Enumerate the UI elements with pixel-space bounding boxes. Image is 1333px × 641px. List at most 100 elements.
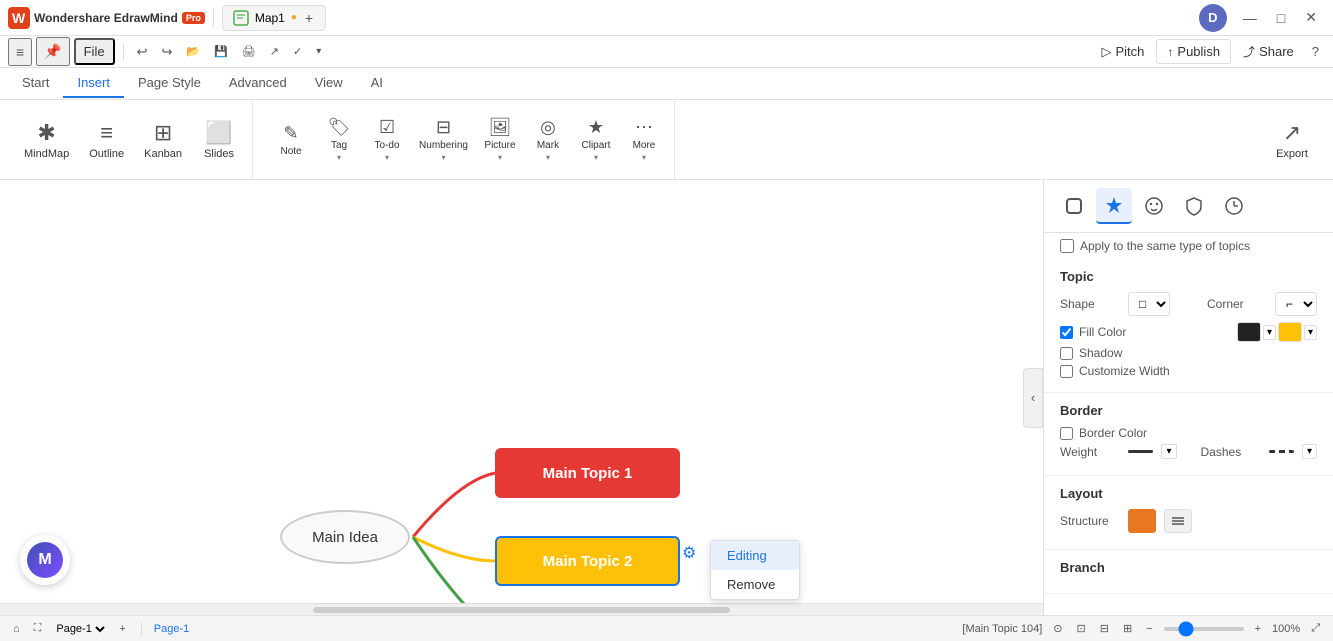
panel-tab-ai[interactable] — [1096, 188, 1132, 224]
share-btn[interactable]: ⤴ Share — [1235, 39, 1302, 64]
pin-btn[interactable]: 📌 — [36, 37, 69, 66]
fullscreen-btn[interactable]: ⛶ — [31, 622, 45, 635]
mark-btn[interactable]: ◎ Mark ▾ — [526, 113, 570, 166]
numbering-btn[interactable]: ⊟ Numbering ▾ — [413, 113, 474, 166]
current-page-label: Page-1 — [154, 623, 189, 635]
outline-btn[interactable]: ≡ Outline — [81, 116, 132, 164]
structure-color-btn[interactable] — [1128, 509, 1156, 533]
statusbar: ⌂ ⛶ Page-1 + Page-1 [Main Topic 104] ⊙ ⊡… — [0, 615, 1333, 641]
todo-btn[interactable]: ☑ To-do ▾ — [365, 113, 409, 166]
hamburger-menu-btn[interactable]: ≡ — [8, 38, 32, 66]
dashes-label: Dashes — [1201, 445, 1261, 459]
home-btn[interactable]: ⌂ — [10, 623, 23, 635]
clipart-icon: ★ — [588, 117, 604, 138]
tab-start[interactable]: Start — [8, 69, 63, 98]
picture-label: Picture — [484, 140, 515, 151]
zoom-in-btn[interactable]: + — [1252, 623, 1264, 635]
border-color-checkbox[interactable] — [1060, 427, 1073, 440]
tab-insert[interactable]: Insert — [63, 69, 124, 98]
branch-section: Branch — [1044, 550, 1333, 594]
more-btn[interactable]: ⋯ More ▾ — [622, 113, 666, 166]
fill-color-black-dropdown[interactable]: ▾ — [1263, 325, 1276, 340]
shadow-checkbox[interactable] — [1060, 347, 1073, 360]
tag-btn[interactable]: 🏷 Tag ▾ — [317, 113, 361, 166]
print-btn[interactable]: 🖨 — [237, 42, 261, 61]
ribbon-group-views: ✱ MindMap ≡ Outline ⊞ Kanban ⬜ Slides — [8, 100, 253, 179]
panel-tab-shield[interactable] — [1176, 188, 1212, 224]
zoom-slider[interactable] — [1164, 627, 1244, 631]
page-select[interactable]: Page-1 — [52, 622, 108, 636]
fill-color-checkbox[interactable] — [1060, 326, 1073, 339]
document-tab[interactable]: Map1 ● + — [222, 5, 326, 31]
border-color-row: Border Color — [1060, 426, 1317, 440]
open-btn[interactable]: 📂 — [181, 42, 205, 61]
note-btn[interactable]: ✎ Note — [269, 119, 313, 161]
fill-color-yellow-dropdown[interactable]: ▾ — [1304, 325, 1317, 340]
share-label: Share — [1259, 44, 1294, 59]
fill-color-yellow-swatch[interactable] — [1278, 322, 1302, 342]
zoom-out-btn[interactable]: − — [1143, 623, 1155, 635]
slides-btn[interactable]: ⬜ Slides — [194, 116, 244, 164]
corner-label: Corner — [1207, 297, 1267, 311]
layout-view-btn[interactable]: ⊟ — [1097, 622, 1112, 635]
picture-btn[interactable]: 🖼 Picture ▾ — [478, 113, 522, 166]
tab-advanced[interactable]: Advanced — [215, 69, 301, 98]
file-menu[interactable]: File — [74, 38, 115, 65]
fullscreen-expand-btn[interactable]: ⤢ — [1308, 622, 1323, 635]
customize-width-label: Customize Width — [1079, 364, 1170, 378]
close-btn[interactable]: ✕ — [1297, 5, 1325, 30]
minimize-btn[interactable]: — — [1235, 5, 1265, 30]
apply-same-checkbox[interactable] — [1060, 239, 1074, 253]
tab-view[interactable]: View — [301, 69, 357, 98]
context-menu-editing[interactable]: Editing — [711, 541, 799, 570]
redo-btn[interactable]: ↪ — [156, 41, 177, 63]
pitch-btn[interactable]: ▷ Pitch — [1094, 40, 1153, 64]
map-tab-icon — [233, 10, 249, 26]
zoom-fit-btn[interactable]: ⊡ — [1074, 622, 1089, 635]
maximize-btn[interactable]: □ — [1269, 5, 1293, 30]
topic-2-node[interactable]: Main Topic 2 — [495, 536, 680, 586]
tab-pagestyle[interactable]: Page Style — [124, 69, 215, 98]
structure-list-btn[interactable] — [1164, 509, 1192, 533]
mindmap-btn[interactable]: ✱ MindMap — [16, 116, 77, 164]
help-btn[interactable]: ? — [1306, 40, 1325, 63]
sidebar-toggle-btn[interactable]: ‹ — [1023, 368, 1043, 428]
corner-select[interactable]: ⌐ — [1275, 292, 1317, 316]
new-tab-btn[interactable]: + — [303, 10, 315, 26]
dropdown-btn[interactable]: ▾ — [311, 43, 326, 60]
horizontal-scrollbar[interactable] — [0, 603, 1043, 615]
dashes-dropdown[interactable]: ▾ — [1302, 444, 1317, 459]
topic-section: Topic Shape □ Corner ⌐ Fill Color ▾ ▾ — [1044, 259, 1333, 393]
clipart-btn[interactable]: ★ Clipart ▾ — [574, 113, 618, 166]
kanban-btn[interactable]: ⊞ Kanban — [136, 116, 190, 164]
add-page-btn[interactable]: + — [116, 623, 128, 635]
outline-icon: ≡ — [100, 120, 113, 146]
publish-btn[interactable]: ↑ Publish — [1156, 39, 1231, 64]
fit-page-btn[interactable]: ⊙ — [1050, 622, 1065, 635]
panel-tab-emoji[interactable] — [1136, 188, 1172, 224]
panel-tab-clock[interactable] — [1216, 188, 1252, 224]
main-idea-node[interactable]: Main Idea — [280, 510, 410, 564]
tab-ai[interactable]: AI — [357, 69, 397, 98]
export-quick-btn[interactable]: ↗ — [265, 42, 284, 61]
export-btn[interactable]: ↗ Export — [1267, 116, 1317, 164]
context-menu-remove[interactable]: Remove — [711, 570, 799, 599]
panel-tab-shape[interactable] — [1056, 188, 1092, 224]
fill-color-black-swatch[interactable] — [1237, 322, 1261, 342]
topic-1-label: Main Topic 1 — [543, 465, 633, 482]
undo-btn[interactable]: ↩ — [132, 41, 153, 63]
topic-1-node[interactable]: Main Topic 1 — [495, 448, 680, 498]
shape-format-icon — [1064, 196, 1084, 216]
shape-select[interactable]: □ — [1128, 292, 1170, 316]
check-btn[interactable]: ✓ — [288, 42, 307, 61]
canvas-area[interactable]: Main Idea Main Topic 1 Main Topic 2 ⚙ Ma… — [0, 180, 1043, 615]
titlebar: W Wondershare EdrawMind Pro Map1 ● + D —… — [0, 0, 1333, 36]
shield-icon — [1184, 196, 1204, 216]
customize-width-checkbox[interactable] — [1060, 365, 1073, 378]
grid-btn[interactable]: ⊞ — [1120, 622, 1135, 635]
user-avatar[interactable]: D — [1199, 4, 1227, 32]
border-section: Border Border Color Weight ▾ Dashes ▾ — [1044, 393, 1333, 476]
save-btn[interactable]: 💾 — [209, 42, 233, 61]
weight-dropdown[interactable]: ▾ — [1161, 444, 1176, 459]
slides-icon: ⬜ — [205, 120, 232, 146]
